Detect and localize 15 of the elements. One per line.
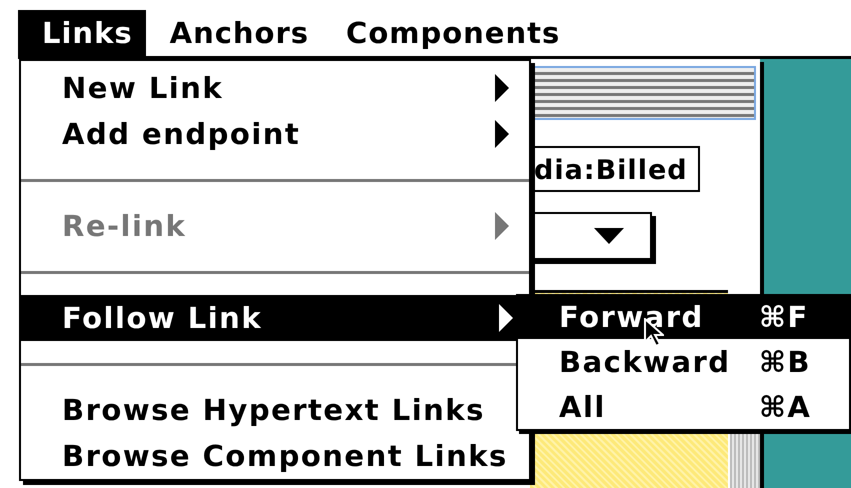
menu-item[interactable]: All ⌘A bbox=[518, 384, 849, 429]
menu-item[interactable]: Forward ⌘F bbox=[518, 294, 849, 339]
triangle-right-icon bbox=[495, 74, 509, 102]
triangle-right-icon bbox=[495, 120, 509, 148]
triangle-right-icon bbox=[499, 304, 513, 332]
menu-title[interactable]: Components bbox=[322, 10, 574, 56]
menu-item[interactable]: Backward ⌘B bbox=[518, 339, 849, 384]
menu-item[interactable]: Browse Component Links bbox=[21, 433, 529, 479]
menu-title[interactable]: Links bbox=[18, 10, 146, 56]
menu-title[interactable]: Anchors bbox=[146, 10, 322, 56]
menu-item[interactable]: Add endpoint bbox=[21, 111, 529, 157]
pattern-strip bbox=[730, 432, 760, 488]
menu-item[interactable]: New Link bbox=[21, 65, 529, 111]
triangle-right-icon bbox=[495, 212, 509, 240]
triangle-down-icon bbox=[594, 228, 624, 244]
